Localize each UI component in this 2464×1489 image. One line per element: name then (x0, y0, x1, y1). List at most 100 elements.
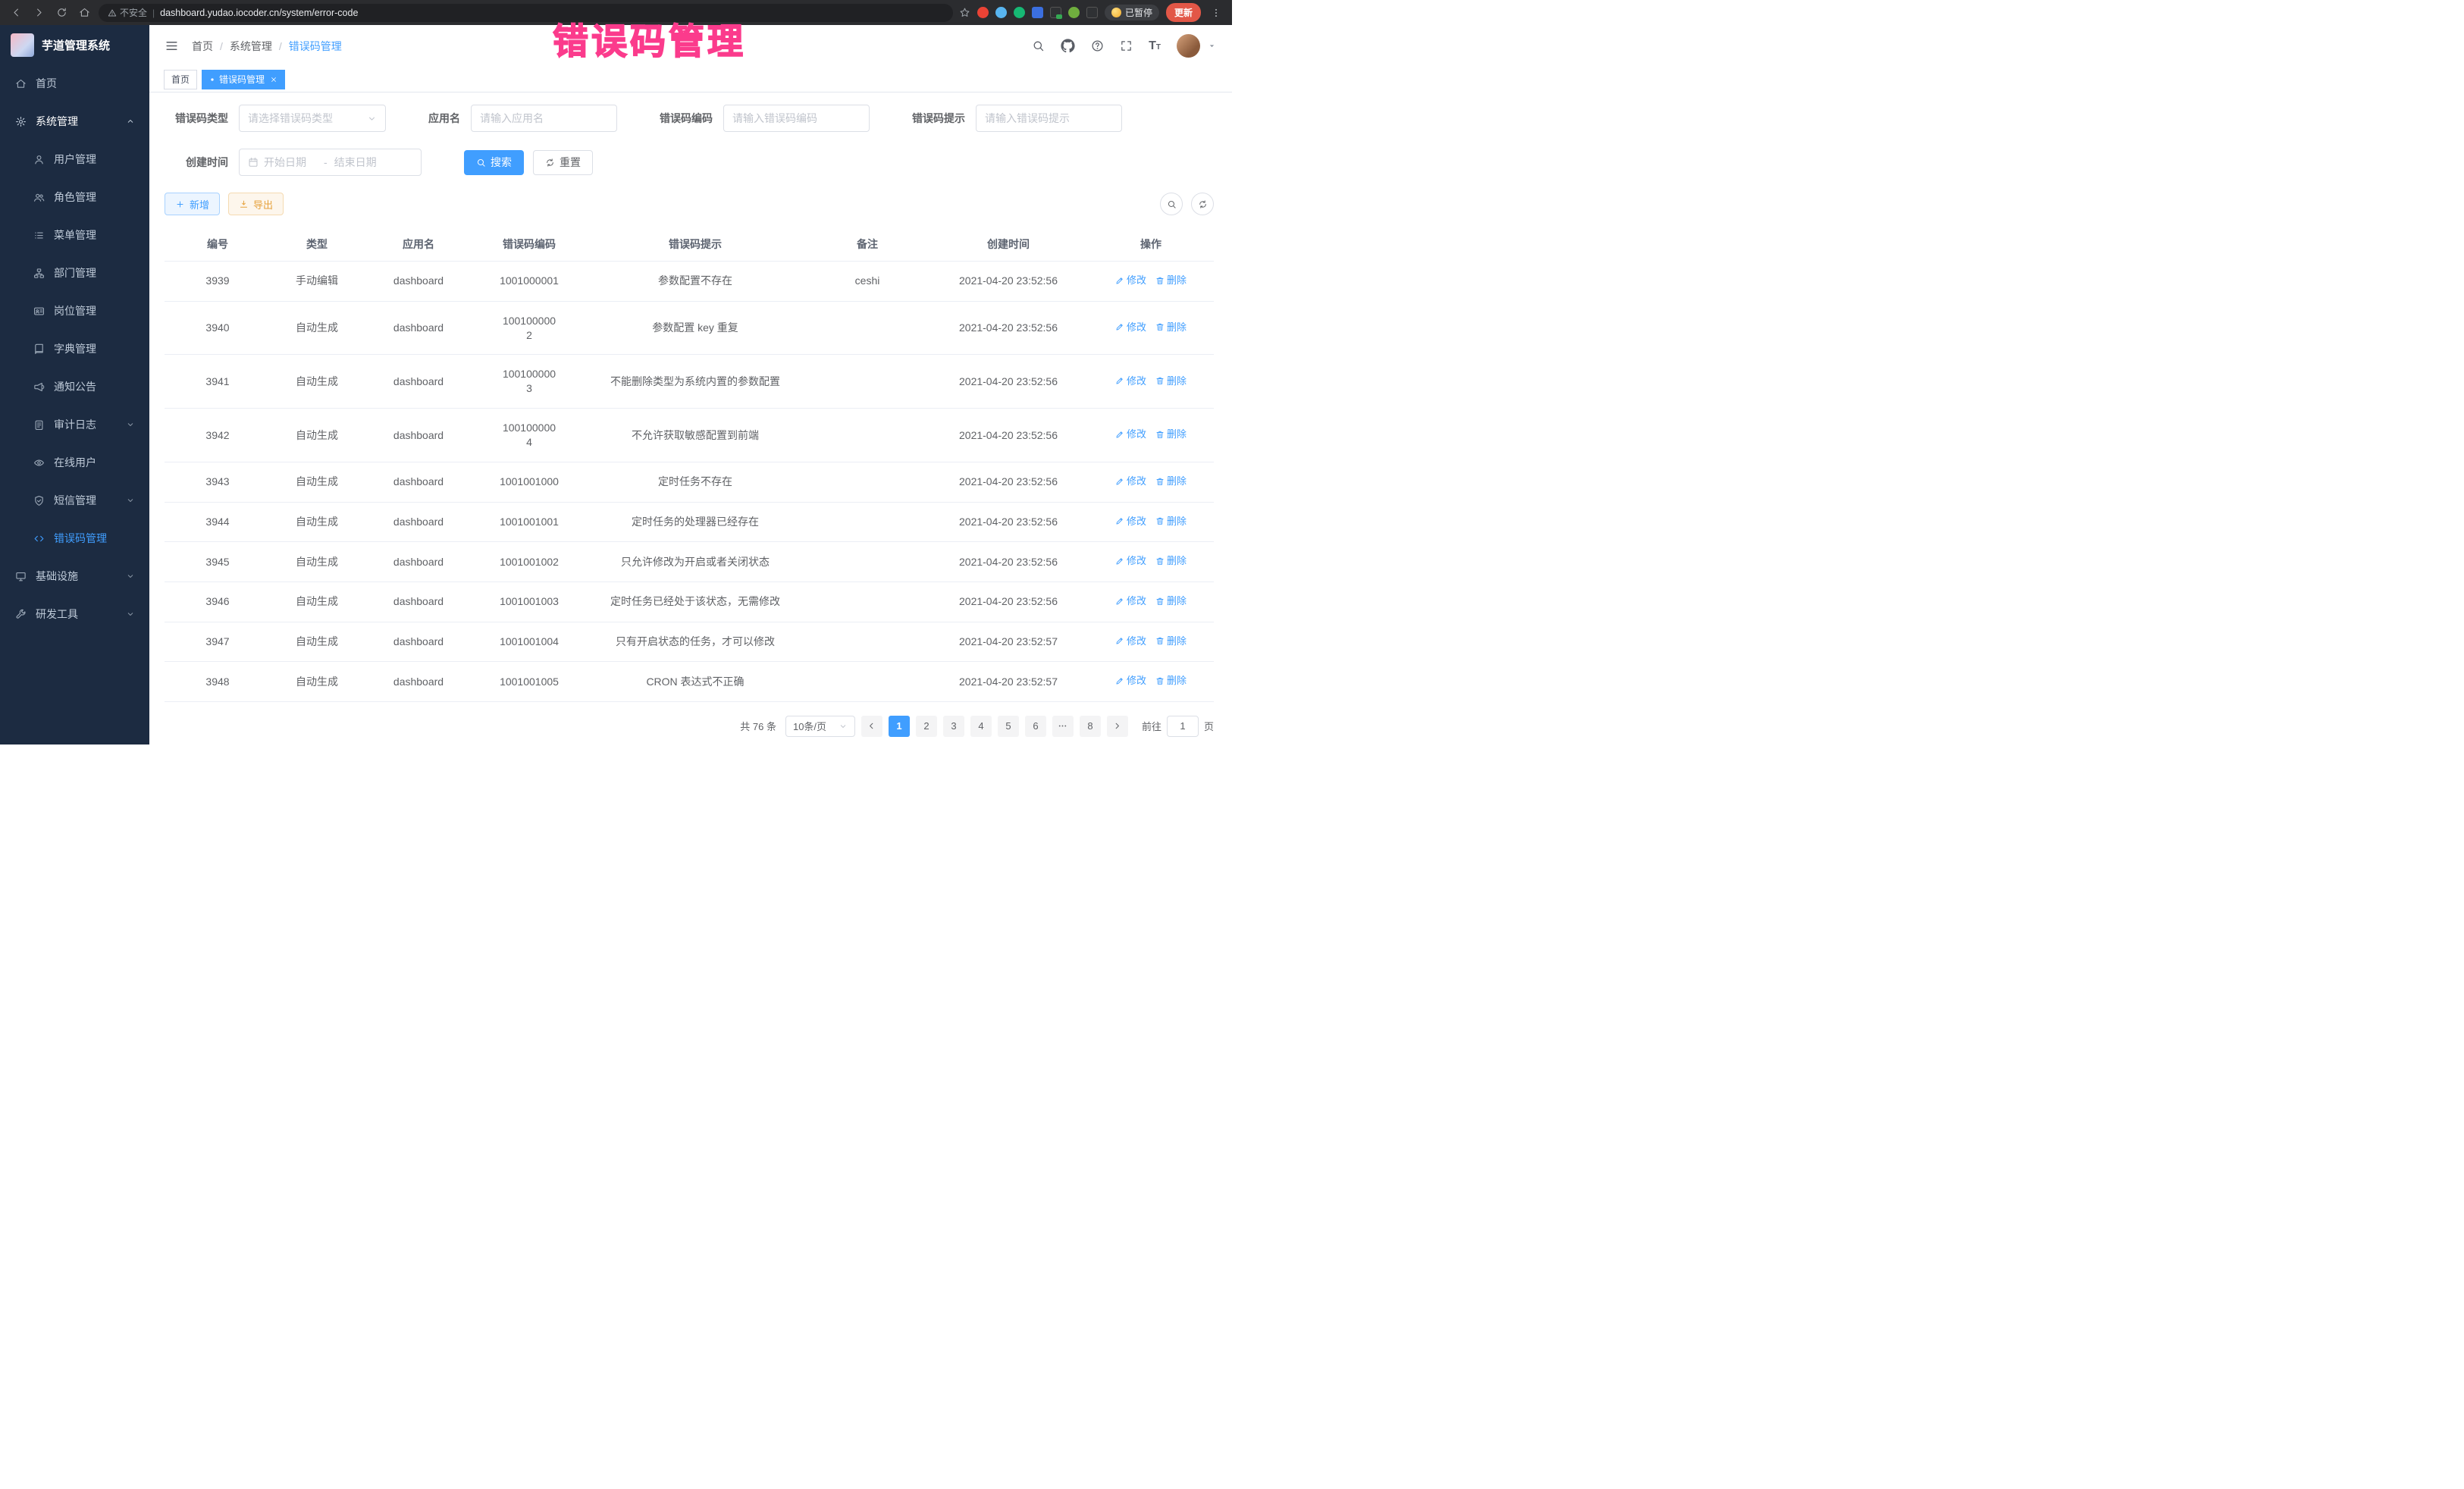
edit-link[interactable]: 修改 (1115, 274, 1146, 287)
cell-code: 1001000002 (474, 301, 585, 355)
github-icon[interactable] (1061, 39, 1075, 53)
edit-link[interactable]: 修改 (1115, 515, 1146, 528)
refresh-table-button[interactable] (1191, 193, 1214, 215)
breadcrumb-item[interactable]: 系统管理 (230, 39, 272, 54)
prev-page-button[interactable] (861, 716, 882, 737)
sidebar-item-megaphone[interactable]: 通知公告 (0, 368, 149, 406)
delete-link[interactable]: 删除 (1155, 475, 1187, 488)
user-avatar[interactable] (1177, 34, 1200, 58)
sidebar-item-online[interactable]: 在线用户 (0, 444, 149, 481)
page-content: 错误码类型 请选择错误码类型 应用名 错误码编码 (149, 92, 1232, 744)
browser-update-button[interactable]: 更新 (1166, 3, 1201, 22)
fullscreen-icon[interactable] (1120, 39, 1133, 52)
extension-icon[interactable] (1050, 7, 1061, 18)
sidebar-item-home[interactable]: 首页 (0, 64, 149, 102)
date-range-picker[interactable]: - (239, 149, 422, 176)
sidebar-item-book[interactable]: 字典管理 (0, 330, 149, 368)
page-button-1[interactable]: 1 (889, 716, 910, 737)
delete-link[interactable]: 删除 (1155, 428, 1187, 441)
browser-back-icon[interactable] (8, 5, 24, 21)
breadcrumb-item[interactable]: 首页 (192, 39, 213, 54)
close-icon[interactable] (270, 76, 277, 83)
page-button-8[interactable]: 8 (1080, 716, 1101, 737)
browser-forward-icon[interactable] (30, 5, 47, 21)
sidebar-item-list[interactable]: 菜单管理 (0, 216, 149, 254)
page-button-2[interactable]: 2 (916, 716, 937, 737)
error-code-input[interactable] (732, 112, 861, 124)
error-type-select[interactable]: 请选择错误码类型 (239, 105, 386, 132)
search-button[interactable]: 搜索 (464, 150, 524, 175)
sidebar-item-badge[interactable]: 岗位管理 (0, 292, 149, 330)
delete-link[interactable]: 删除 (1155, 635, 1187, 648)
delete-link[interactable]: 删除 (1155, 515, 1187, 528)
security-indicator[interactable]: 不安全 (108, 6, 147, 19)
sidebar-item-infra[interactable]: 基础设施 (0, 557, 149, 595)
tag-active[interactable]: 错误码管理 (202, 70, 285, 89)
page-button-4[interactable]: 4 (970, 716, 992, 737)
extension-icon[interactable] (1014, 7, 1025, 18)
edit-link[interactable]: 修改 (1115, 554, 1146, 568)
start-date-input[interactable] (264, 156, 317, 168)
export-button-label: 导出 (253, 197, 273, 212)
extension-icon[interactable] (1032, 7, 1043, 18)
edit-link[interactable]: 修改 (1115, 594, 1146, 608)
sidebar-item-users[interactable]: 角色管理 (0, 178, 149, 216)
help-icon[interactable] (1091, 39, 1104, 52)
next-page-button[interactable] (1107, 716, 1128, 737)
sidebar-item-code[interactable]: 错误码管理 (0, 519, 149, 557)
filter-error-message: 错误码提示 (912, 105, 1122, 132)
edit-link[interactable]: 修改 (1115, 321, 1146, 334)
end-date-input[interactable] (334, 156, 387, 168)
sidebar-item-label: 首页 (36, 76, 57, 91)
tag-item[interactable]: 首页 (164, 70, 197, 89)
extension-icon[interactable] (977, 7, 989, 18)
reset-button[interactable]: 重置 (533, 150, 593, 175)
browser-menu-icon[interactable] (1208, 5, 1224, 21)
delete-link[interactable]: 删除 (1155, 594, 1187, 608)
sidebar-item-tools[interactable]: 研发工具 (0, 595, 149, 633)
edit-link[interactable]: 修改 (1115, 674, 1146, 688)
breadcrumb-item[interactable]: 错误码管理 (289, 39, 342, 54)
extension-icon[interactable] (995, 7, 1007, 18)
pager-more-icon[interactable] (1052, 716, 1074, 737)
goto-page-input[interactable] (1167, 716, 1199, 737)
edit-link[interactable]: 修改 (1115, 475, 1146, 488)
error-message-input[interactable] (985, 112, 1113, 124)
delete-link[interactable]: 删除 (1155, 321, 1187, 334)
app-frame: 芋道管理系统 首页 系统管理 用户管理角色管理菜单管理部门管理岗位管理字典管理通… (0, 25, 1232, 744)
profile-paused-badge[interactable]: 已暂停 (1105, 5, 1159, 20)
app-name-input[interactable] (480, 112, 608, 124)
sidebar-item-system-management[interactable]: 系统管理 (0, 102, 149, 140)
extension-icon[interactable] (1068, 7, 1080, 18)
hamburger-icon[interactable] (165, 39, 179, 53)
edit-link[interactable]: 修改 (1115, 635, 1146, 648)
sidebar-item-audit[interactable]: 审计日志 (0, 406, 149, 444)
page-size-select[interactable]: 10条/页 (785, 716, 855, 737)
cell-type: 自动生成 (271, 355, 363, 409)
edit-link[interactable]: 修改 (1115, 428, 1146, 441)
toggle-search-button[interactable] (1160, 193, 1183, 215)
sidebar-item-sms[interactable]: 短信管理 (0, 481, 149, 519)
export-button[interactable]: 导出 (228, 193, 284, 215)
page-button-5[interactable]: 5 (998, 716, 1019, 737)
extension-puzzle-icon[interactable] (1086, 7, 1098, 18)
cell-time: 2021-04-20 23:52:56 (929, 355, 1088, 409)
search-icon[interactable] (1032, 39, 1045, 52)
add-button[interactable]: 新增 (165, 193, 220, 215)
sidebar-item-org[interactable]: 部门管理 (0, 254, 149, 292)
caret-down-icon[interactable] (1207, 41, 1217, 51)
app-logo[interactable]: 芋道管理系统 (0, 25, 149, 64)
delete-link[interactable]: 删除 (1155, 274, 1187, 287)
font-size-icon[interactable]: TT (1149, 40, 1161, 52)
page-button-3[interactable]: 3 (943, 716, 964, 737)
page-button-6[interactable]: 6 (1025, 716, 1046, 737)
bookmark-star-icon[interactable] (959, 7, 970, 18)
browser-reload-icon[interactable] (53, 5, 70, 21)
address-bar[interactable]: 不安全 | dashboard.yudao.iocoder.cn/system/… (99, 4, 953, 22)
sidebar-item-user[interactable]: 用户管理 (0, 140, 149, 178)
browser-home-icon[interactable] (76, 5, 92, 21)
delete-link[interactable]: 删除 (1155, 375, 1187, 388)
edit-link[interactable]: 修改 (1115, 375, 1146, 388)
delete-link[interactable]: 删除 (1155, 554, 1187, 568)
delete-link[interactable]: 删除 (1155, 674, 1187, 688)
